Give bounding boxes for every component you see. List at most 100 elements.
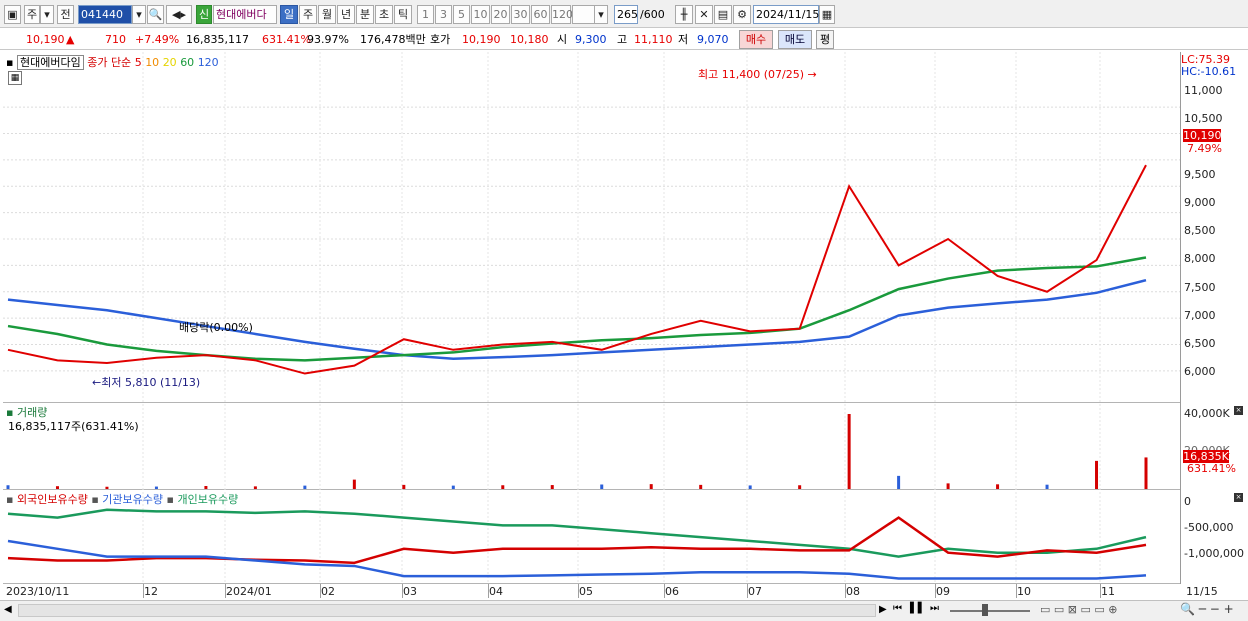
- quote-open: 9,300: [575, 33, 607, 46]
- quote-volume-ratio: 631.41%: [262, 33, 311, 46]
- volume-bar: [105, 486, 109, 489]
- chevron-down-icon[interactable]: ▾: [40, 5, 54, 24]
- quote-ask: 10,190: [462, 33, 501, 46]
- chevron-down-icon[interactable]: ▾: [132, 5, 146, 24]
- scroll-left-icon[interactable]: ◀: [4, 604, 12, 615]
- volume-last-pct: 631.41%: [1187, 462, 1236, 475]
- zoom-icons[interactable]: 🔍 ─ − +: [1180, 602, 1234, 616]
- y-tick: 6,500: [1184, 337, 1216, 350]
- minute-3[interactable]: 3: [435, 5, 452, 24]
- count-input[interactable]: 265: [614, 5, 638, 24]
- volume-bar: [55, 486, 59, 489]
- pause-icon[interactable]: ▌▌: [910, 603, 925, 614]
- window-icon[interactable]: ▣: [4, 5, 21, 24]
- quote-low: 9,070: [697, 33, 729, 46]
- minute-5[interactable]: 5: [453, 5, 470, 24]
- x-tick: 03: [403, 585, 417, 598]
- period-second[interactable]: 초: [375, 5, 393, 24]
- volume-bar: [600, 484, 604, 489]
- legend-individual: 개인보유수량: [177, 493, 239, 506]
- volume-bar: [649, 484, 653, 489]
- period-year[interactable]: 년: [337, 5, 355, 24]
- grid-toggle-icon[interactable]: ▦: [8, 71, 22, 85]
- volume-bar: [996, 484, 1000, 489]
- x-divider: [402, 584, 403, 598]
- y-tick: -1,000,000: [1184, 547, 1244, 560]
- minute-20[interactable]: 20: [491, 5, 510, 24]
- x-tick: 2024/01: [226, 585, 272, 598]
- close-icon[interactable]: ×: [1234, 406, 1243, 415]
- stock-name-field[interactable]: 현대에버다: [213, 5, 277, 24]
- minute-30[interactable]: 30: [511, 5, 530, 24]
- y-tick: -500,000: [1184, 521, 1234, 534]
- holding-legend: ▪ 외국인보유수량 ▪ 기관보유수량 ▪ 개인보유수량: [6, 491, 238, 507]
- buy-button[interactable]: 매수: [739, 30, 773, 49]
- search-icon[interactable]: 🔍: [147, 5, 164, 24]
- volume-bar: [451, 485, 455, 489]
- speaker-icon[interactable]: ◀▸: [166, 5, 192, 24]
- volume-bar: [402, 484, 406, 489]
- zoom-slider[interactable]: [950, 610, 1030, 612]
- minute-120[interactable]: 120: [551, 5, 573, 24]
- x-divider: [320, 584, 321, 598]
- x-tick: 06: [665, 585, 679, 598]
- candle-icon[interactable]: ╫: [675, 5, 693, 24]
- volume-bar: [847, 414, 851, 489]
- chart-title: 현대에버다임: [16, 55, 84, 70]
- quote-high: 11,110: [634, 33, 673, 46]
- x-tick: 02: [321, 585, 335, 598]
- zoom-slider-handle[interactable]: [982, 604, 988, 616]
- toolbar: ▣ 주 ▾ 전 041440 ▾ 🔍 ◀▸ 신 현대에버다 일 주 월 년 분 …: [0, 0, 1248, 28]
- y-tick: 11,000: [1184, 84, 1223, 97]
- period-day[interactable]: 일: [280, 5, 298, 24]
- volume-bar: [352, 479, 356, 489]
- scrollbar-track[interactable]: [18, 604, 876, 617]
- minute-1[interactable]: 1: [417, 5, 434, 24]
- period-minute[interactable]: 분: [356, 5, 374, 24]
- minute-60[interactable]: 60: [531, 5, 550, 24]
- sell-button[interactable]: 매도: [778, 30, 812, 49]
- ma-5: 5: [134, 56, 142, 69]
- x-divider: [488, 584, 489, 598]
- close-icon[interactable]: ×: [1234, 493, 1243, 502]
- x-tick: 09: [936, 585, 950, 598]
- x-tick: 07: [748, 585, 762, 598]
- x-tick: 12: [144, 585, 158, 598]
- gear-icon[interactable]: ⚙: [733, 5, 751, 24]
- layout-icons[interactable]: ▭ ▭ ⊠ ▭ ▭ ⊕: [1040, 603, 1118, 616]
- last-icon[interactable]: ⏭: [930, 603, 939, 614]
- scroll-right-icon[interactable]: ▶: [879, 604, 887, 615]
- ma-label: 종가 단순: [87, 56, 132, 69]
- x-divider: [935, 584, 936, 598]
- save-icon[interactable]: ▤: [714, 5, 732, 24]
- first-icon[interactable]: ⏮: [893, 603, 902, 614]
- period-week[interactable]: 주: [299, 5, 317, 24]
- code-input[interactable]: 041440: [78, 5, 132, 24]
- market-select[interactable]: 주: [24, 5, 40, 24]
- x-divider: [747, 584, 748, 598]
- calendar-icon[interactable]: ▦: [819, 5, 835, 24]
- period-month[interactable]: 월: [318, 5, 336, 24]
- chevron-down-icon[interactable]: ▾: [594, 5, 608, 24]
- legend-dot-icon: ▪: [6, 493, 14, 506]
- y-tick: 9,000: [1184, 196, 1216, 209]
- up-arrow-icon: ▲: [66, 33, 75, 46]
- period-tick[interactable]: 틱: [394, 5, 412, 24]
- x-divider: [1016, 584, 1017, 598]
- quote-amount: 176,478백만: [360, 33, 426, 46]
- ma-10: 10: [145, 56, 160, 69]
- last-price-tag: 10,190: [1183, 129, 1222, 142]
- x-divider: [845, 584, 846, 598]
- x-tick: 11/15: [1186, 585, 1218, 598]
- ma-60: 60: [180, 56, 195, 69]
- volume-bar: [748, 485, 752, 489]
- legend-dot-icon: ▪: [6, 56, 14, 69]
- volume-bar: [699, 484, 703, 489]
- date-input[interactable]: 2024/11/15: [753, 5, 819, 24]
- x-tick: 08: [846, 585, 860, 598]
- eval-button[interactable]: 평: [816, 30, 834, 49]
- prev-button[interactable]: 전: [57, 5, 74, 24]
- minute-10[interactable]: 10: [471, 5, 490, 24]
- cross-icon[interactable]: ✕: [695, 5, 713, 24]
- count-total: /600: [640, 8, 665, 21]
